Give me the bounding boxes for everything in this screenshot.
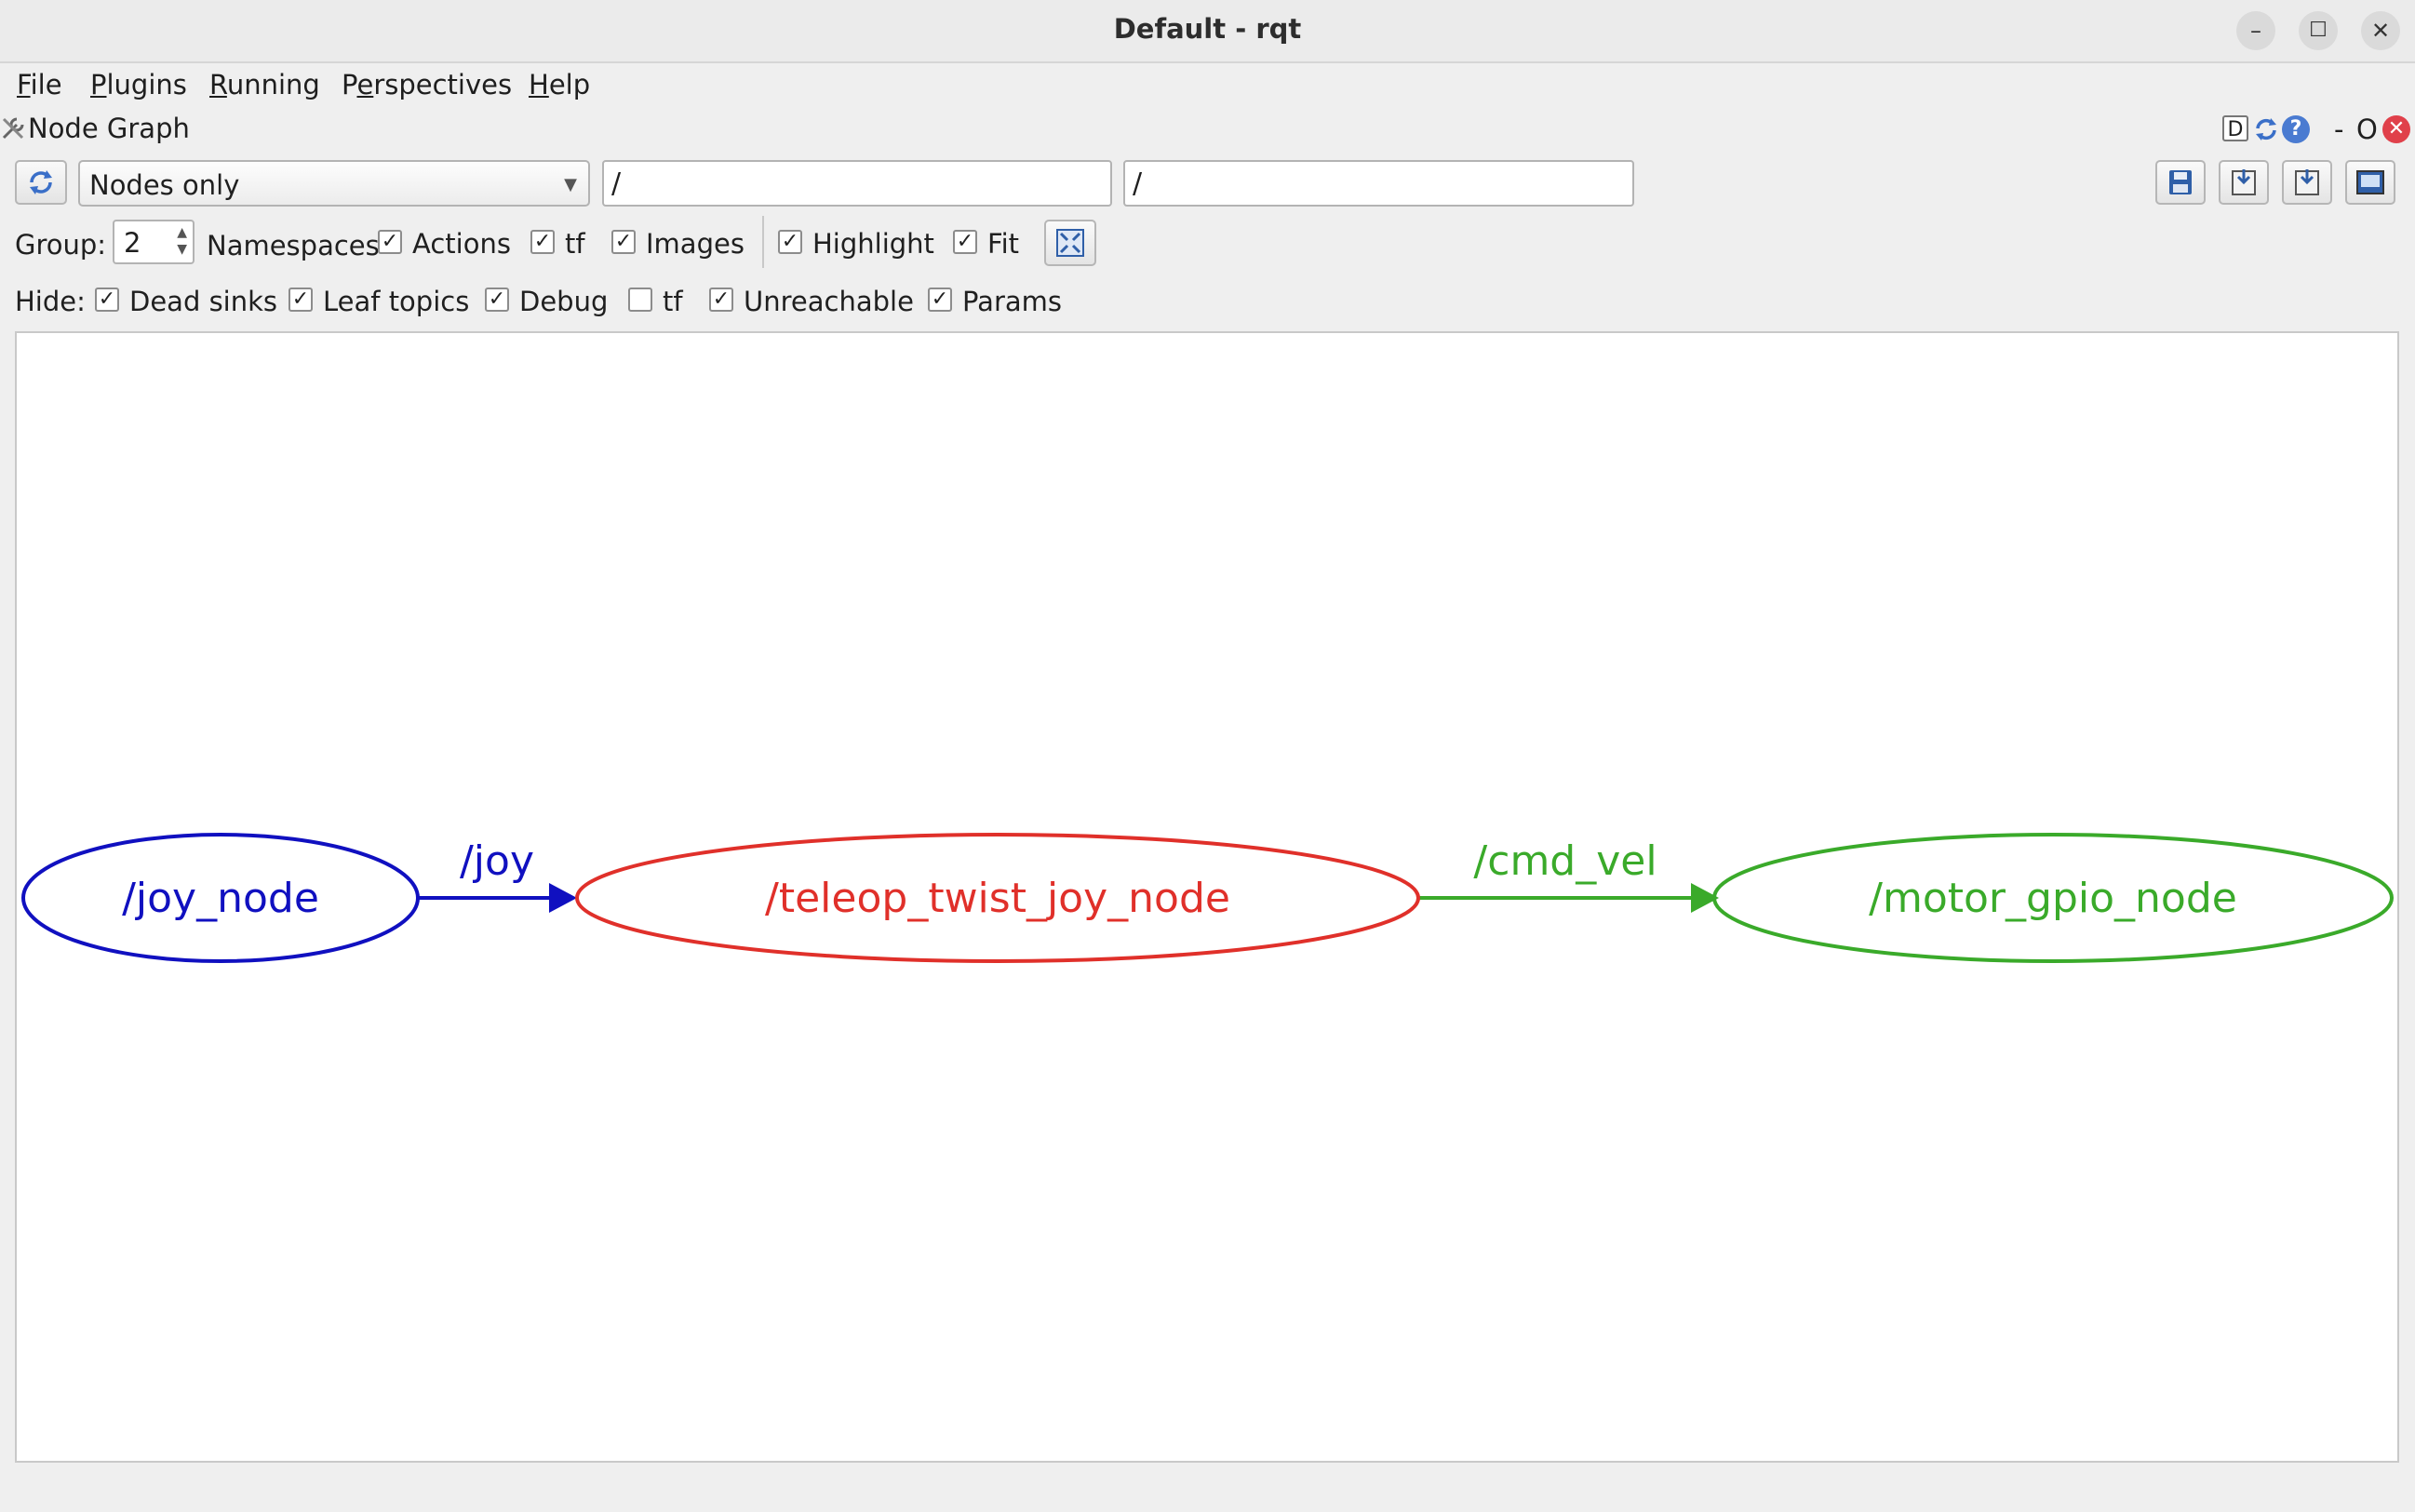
node-motor-gpio-node-label: /motor_gpio_node [1869,875,2237,922]
params-label: Params [962,286,1063,317]
menu-plugins[interactable]: Plugins [90,69,187,100]
edge-cmd-vel-label[interactable]: /cmd_vel [1473,837,1657,885]
menu-bar: File Plugins Running Perspectives Help [0,63,2415,106]
menu-file[interactable]: File [17,69,62,100]
hide-label: Hide: [15,286,86,317]
dead-sinks-label: Dead sinks [129,286,278,317]
menu-plugins-label: lugins [106,69,187,100]
menu-help-mnemonic: H [529,69,549,100]
edge-joy-label[interactable]: /joy [460,837,534,885]
spin-up-icon[interactable]: ▲ [177,225,187,240]
topic-filter-input[interactable]: / [1123,160,1634,207]
menu-help-label: elp [548,69,591,100]
image-icon [2356,170,2384,194]
group-value: 2 [124,227,141,259]
params-checkbox[interactable]: ✓ [928,288,952,312]
node-teleop-twist-joy-node-label: /teleop_twist_joy_node [765,875,1230,922]
graph-mode-combo[interactable]: Nodes only ▼ [78,160,590,207]
fit-view-icon [1056,229,1084,257]
menu-file-mnemonic: F [17,69,31,100]
window-titlebar: Default - rqt – ☐ ✕ [0,0,2415,63]
node-joy-node-label: /joy_node [122,875,319,922]
spin-down-icon[interactable]: ▼ [177,242,187,257]
graph-mode-value: Nodes only [89,169,240,201]
plugin-minimize-button[interactable]: - [2334,114,2343,145]
node-filter-input[interactable]: / [602,160,1112,207]
chevron-down-icon: ▼ [564,175,577,194]
group-tf-label: tf [565,228,585,260]
save-image-button[interactable] [2345,160,2395,205]
group-tf-checkbox[interactable]: ✓ [611,230,636,254]
tools-icon [2,117,24,140]
maximize-button[interactable]: ☐ [2299,11,2338,50]
debug-checkbox[interactable]: ✓ [485,288,509,312]
save-svg-button[interactable] [2282,160,2332,205]
window-title: Default - rqt [1113,13,1302,45]
menu-running-mnemonic: R [209,69,227,100]
reload-plugin-icon[interactable] [2252,115,2280,143]
menu-perspectives-prefix: P [342,69,357,100]
actions-checkbox[interactable]: ✓ [530,230,555,254]
unreachable-checkbox[interactable]: ✓ [709,288,733,312]
namespaces-checkbox[interactable]: ✓ [378,230,402,254]
images-label: Images [646,228,745,260]
save-dot-button[interactable] [2219,160,2269,205]
highlight-label: Highlight [812,228,934,260]
fit-in-view-button[interactable] [1044,220,1096,266]
hide-tf-checkbox[interactable] [628,288,652,312]
dead-sinks-checkbox[interactable]: ✓ [95,288,119,312]
refresh-graph-button[interactable] [15,160,67,205]
menu-file-label: ile [30,69,62,100]
fit-checkbox[interactable]: ✓ [953,230,977,254]
edge-joy-arrow [549,883,577,913]
leaf-topics-checkbox[interactable]: ✓ [288,288,313,312]
menu-perspectives-label: rspectives [373,69,513,100]
fit-label: Fit [987,228,1019,260]
save-svg-icon [2295,169,2319,195]
save-dot-icon [2232,169,2256,195]
menu-help[interactable]: Help [529,69,590,100]
close-button[interactable]: ✕ [2361,11,2400,50]
menu-perspectives-mnemonic: e [356,69,374,100]
menu-perspectives[interactable]: Perspectives [342,69,512,100]
floppy-icon [2169,170,2192,194]
leaf-topics-label: Leaf topics [323,286,470,317]
refresh-icon [30,170,52,194]
menu-plugins-mnemonic: P [90,69,107,100]
menu-running[interactable]: Running [209,69,320,100]
namespaces-label: Namespaces [207,230,380,261]
dock-d-button[interactable]: D [2222,115,2248,141]
actions-label: Actions [412,228,511,260]
hide-tf-label: tf [663,286,683,317]
node-graph[interactable]: /joy /cmd_vel /joy_node /teleop_twist_jo… [17,333,2397,1461]
plugin-close-icon[interactable]: ✕ [2382,115,2410,143]
debug-label: Debug [519,286,609,317]
load-dot-button[interactable] [2155,160,2206,205]
help-icon[interactable]: ? [2282,115,2310,143]
group-spinbox[interactable]: 2 ▲ ▼ [113,220,195,264]
plugin-title: Node Graph [28,113,190,144]
highlight-checkbox[interactable]: ✓ [778,230,802,254]
plugin-float-button[interactable]: O [2356,114,2378,145]
unreachable-label: Unreachable [744,286,914,317]
toolbar-separator [762,216,764,268]
menu-running-label: unning [226,69,320,100]
minimize-button[interactable]: – [2236,11,2275,50]
graph-canvas[interactable]: /joy /cmd_vel /joy_node /teleop_twist_jo… [15,331,2399,1463]
group-label: Group: [15,229,107,261]
